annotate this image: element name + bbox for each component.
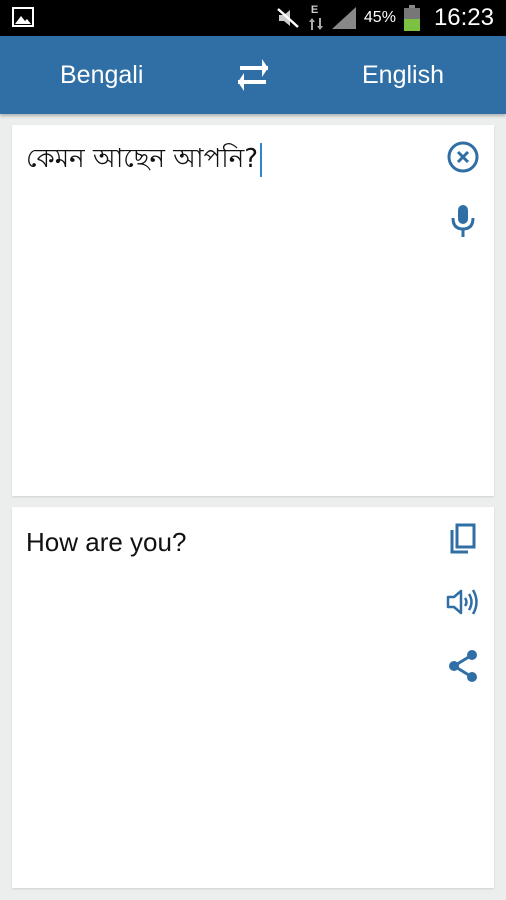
source-text: কেমন আছেন আপনি? — [26, 144, 259, 174]
output-card: How are you? — [12, 507, 494, 888]
status-icons: E 45% 16:23 — [276, 0, 494, 36]
data-arrows-icon: E — [308, 4, 324, 32]
network-type-label: E — [310, 4, 319, 16]
gallery-notification-icon — [12, 7, 34, 27]
target-language-button[interactable]: English — [362, 36, 444, 114]
swap-arrows-icon[interactable] — [232, 56, 274, 94]
share-icon — [449, 650, 477, 682]
copy-button[interactable] — [443, 519, 483, 559]
clock: 16:23 — [433, 4, 494, 31]
speak-button[interactable] — [443, 582, 483, 622]
battery-icon — [403, 5, 420, 31]
input-card: কেমন আছেন আপনি? — [12, 125, 494, 496]
microphone-icon — [451, 205, 475, 237]
status-bar: E 45% 16:23 — [0, 0, 506, 36]
speaker-icon — [446, 589, 478, 615]
text-caret — [260, 142, 263, 177]
microphone-button[interactable] — [443, 201, 483, 241]
copy-icon — [450, 523, 476, 554]
clear-icon — [447, 141, 479, 173]
language-bar: Bengali English — [0, 36, 506, 114]
clear-button[interactable] — [443, 137, 483, 177]
battery-percent: 45% — [363, 9, 396, 26]
source-language-button[interactable]: Bengali — [60, 36, 143, 114]
signal-icon — [331, 7, 356, 29]
mute-icon — [277, 8, 299, 28]
source-text-input[interactable]: কেমন আছেন আপনি? — [26, 141, 426, 177]
translated-text[interactable]: How are you? — [26, 525, 426, 559]
share-button[interactable] — [443, 646, 483, 686]
